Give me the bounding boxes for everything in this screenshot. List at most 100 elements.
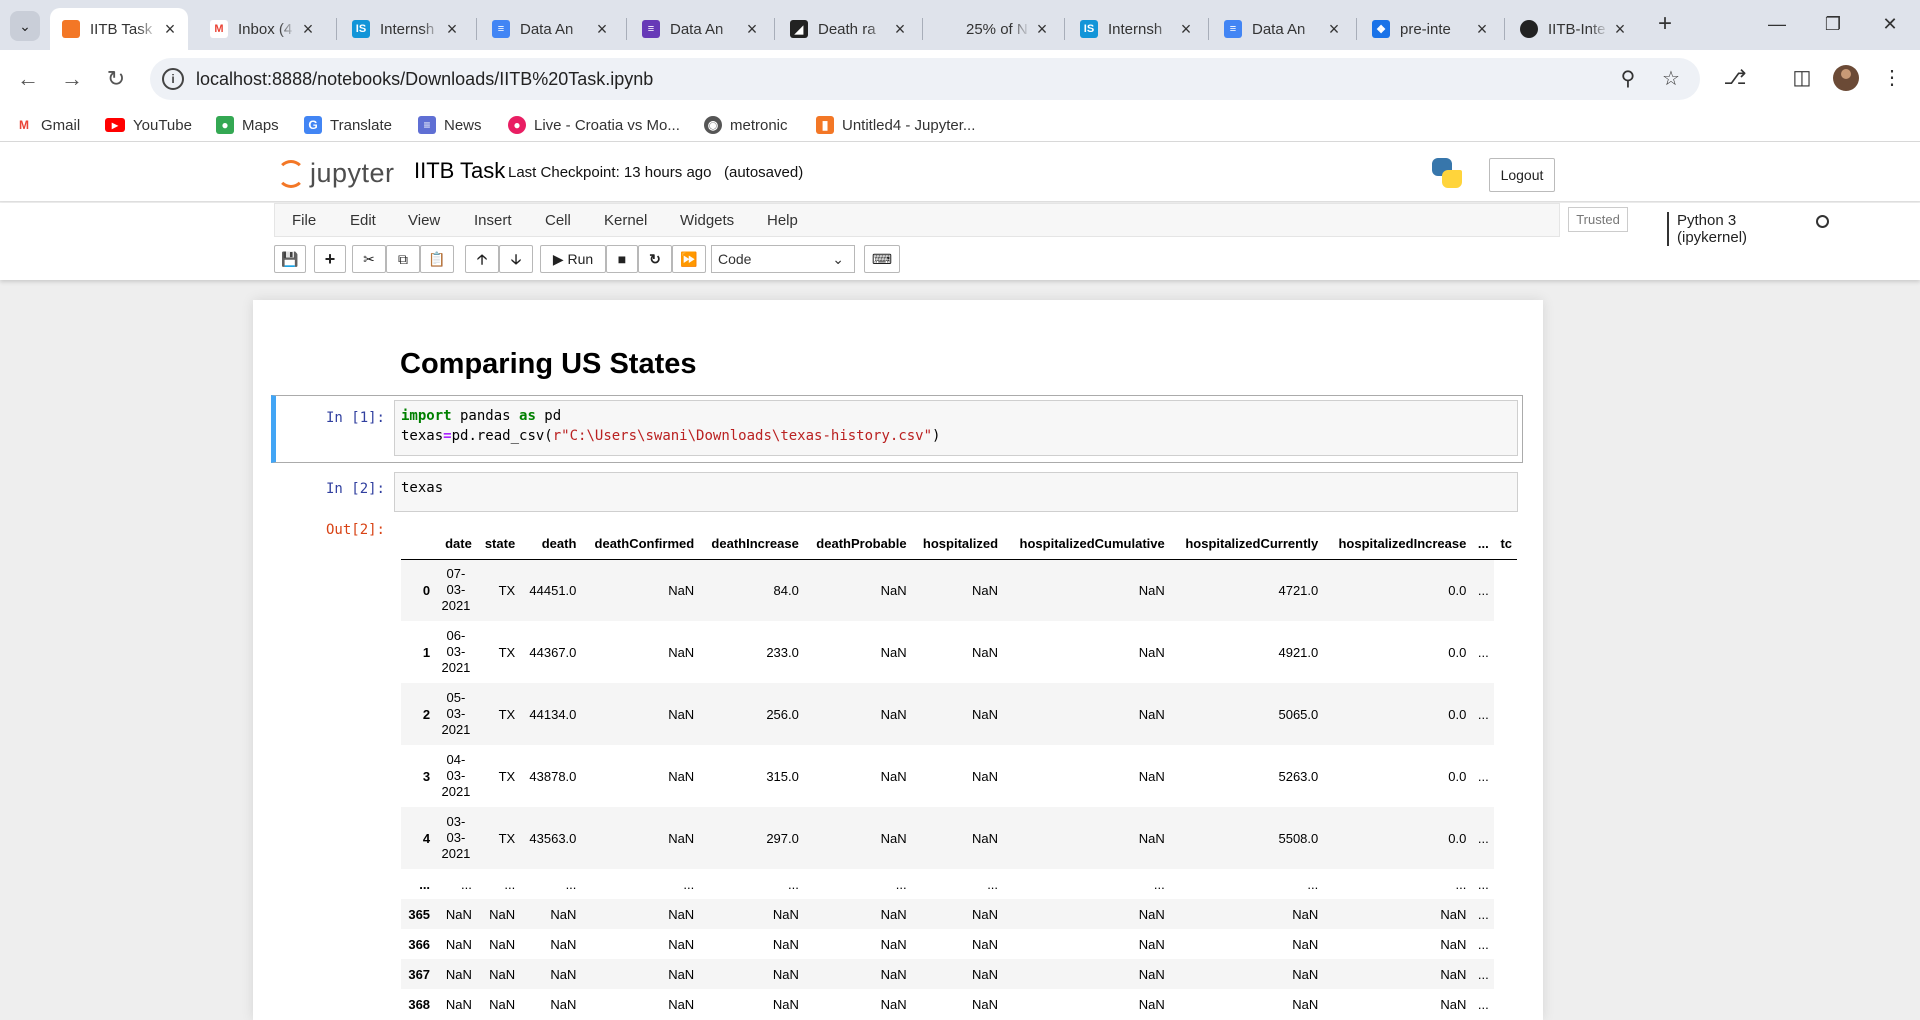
menu-edit[interactable]: Edit [350,212,376,229]
menu-cell[interactable]: Cell [545,212,571,229]
close-tab-icon[interactable]: × [1470,19,1494,40]
close-tab-icon[interactable]: × [740,19,764,40]
close-tab-icon[interactable]: × [296,19,320,40]
bookmark-maps[interactable]: ● Maps [216,114,279,136]
tab-pre-internship[interactable]: ❖ pre-inte × [1360,8,1500,50]
tab-death-rate[interactable]: ◢ Death ra × [778,8,918,50]
run-button[interactable]: ▶ Run [540,245,606,273]
bookmark-news[interactable]: ≡ News [418,114,482,136]
bookmark-star-icon[interactable]: ☆ [1658,66,1684,92]
new-tab-button[interactable]: + [1650,10,1680,40]
table-cell: NaN [1138,936,1165,952]
table-cell: ... [895,876,907,892]
table-cell: NaN [489,996,516,1012]
tab-github[interactable]: IITB-Inte × [1508,8,1638,50]
table-cell: NaN [972,906,999,922]
tab-search-button[interactable]: ⌄ [10,11,40,41]
close-window-button[interactable]: ✕ [1870,8,1910,40]
bookmark-translate[interactable]: G Translate [304,114,392,136]
table-row: 3 04- 03- 2021 TX 43878.0 NaN 315.0 NaN NaN NaN 526… [401,745,1517,807]
table-cell: NaN [1440,906,1467,922]
cut-button[interactable]: ✂ [352,245,386,273]
table-cell: 44134.0 [529,706,577,722]
tab-strip: ⌄ IITB Task × M Inbox (4 × IS Internsh ×… [0,0,1920,50]
save-button[interactable]: 💾 [274,245,306,273]
tab-25-percent[interactable]: 25% of N × [926,8,1060,50]
markdown-heading[interactable]: Comparing US States [400,348,697,381]
table-cell: 4721.0 [1278,582,1319,598]
menu-view[interactable]: View [408,212,440,229]
move-up-button[interactable]: 🡡 [465,245,499,273]
tab-data-analysis-doc[interactable]: ≡ Data An × [480,8,620,50]
restart-run-all-button[interactable]: ⏩ [672,245,706,273]
news-icon: ≡ [418,116,436,134]
more-menu-icon[interactable]: ⋮ [1877,63,1907,93]
url-text[interactable]: localhost:8888/notebooks/Downloads/IITB%… [196,69,653,90]
tab-data-analysis-doc-2[interactable]: ≡ Data An × [1212,8,1352,50]
tab-iitb-task[interactable]: IITB Task × [50,8,188,50]
interrupt-button[interactable]: ■ [606,245,638,273]
logout-button[interactable]: Logout [1489,158,1555,192]
command-palette-button[interactable]: ⌨ [864,245,900,273]
close-tab-icon[interactable]: × [888,19,912,40]
bookmark-gmail[interactable]: M Gmail [15,114,80,136]
google-docs-favicon-icon: ≡ [1224,20,1242,38]
close-tab-icon[interactable]: × [440,19,464,40]
code-editor-cell-1[interactable]: import pandas as pd texas=pd.read_csv(r"… [394,400,1518,456]
bookmark-youtube[interactable]: ▶ YouTube [105,114,192,136]
menu-file[interactable]: File [292,212,316,229]
table-row: 1 06- 03- 2021 TX 44367.0 NaN 233.0 NaN NaN NaN 492… [401,621,1517,683]
table-cell: NaN [972,936,999,952]
date-part: 03- [446,814,466,829]
menu-help[interactable]: Help [767,212,798,229]
trusted-indicator[interactable]: Trusted [1568,207,1628,232]
forward-button[interactable]: → [56,63,88,95]
restore-button[interactable]: ❐ [1813,8,1853,40]
copy-button[interactable]: ⧉ [386,245,420,273]
code-editor-cell-2[interactable]: texas [394,472,1518,512]
tab-internshala-2[interactable]: IS Internsh × [1068,8,1204,50]
table-cell: NaN [550,966,577,982]
profile-avatar[interactable] [1833,65,1859,91]
jupyter-logo[interactable]: jupyter [276,156,395,190]
bookmark-untitled4[interactable]: ▮ Untitled4 - Jupyter... [816,114,975,136]
close-tab-icon[interactable]: × [1174,19,1198,40]
date-part: ... [461,876,472,892]
side-panel-icon[interactable]: ◫ [1787,63,1817,93]
paste-button[interactable]: 📋 [420,245,454,273]
close-tab-icon[interactable]: × [1608,19,1632,40]
close-tab-icon[interactable]: × [1030,19,1054,40]
back-button[interactable]: ← [12,63,44,95]
table-cell: NaN [1440,936,1467,952]
cell-type-select[interactable]: Code ⌄ [711,245,855,273]
fast-forward-icon: ⏩ [680,251,698,267]
menu-insert[interactable]: Insert [474,212,512,229]
restart-button[interactable]: ↻ [638,245,672,273]
bookmark-live[interactable]: ● Live - Croatia vs Mo... [508,114,680,136]
minimize-button[interactable]: — [1757,8,1797,40]
extensions-icon[interactable]: ⎇ [1720,63,1750,93]
menu-kernel[interactable]: Kernel [604,212,647,229]
menu-widgets[interactable]: Widgets [680,212,734,229]
table-cell: NaN [880,996,907,1012]
tab-inbox[interactable]: M Inbox (4 × [198,8,326,50]
table-cell: ... [1477,906,1489,922]
insert-cell-button[interactable]: + [314,245,346,273]
kernel-name[interactable]: Python 3 (ipykernel) [1667,212,1747,246]
tab-internshala[interactable]: IS Internsh × [340,8,470,50]
zoom-icon[interactable]: ⚲ [1615,66,1641,92]
reload-button[interactable]: ↻ [100,63,132,95]
close-tab-icon[interactable]: × [158,19,182,40]
site-info-icon[interactable]: i [162,68,184,90]
tab-data-analysis-form[interactable]: ≡ Data An × [630,8,770,50]
address-bar[interactable]: i localhost:8888/notebooks/Downloads/IIT… [150,58,1700,100]
move-down-button[interactable]: 🡣 [499,245,533,273]
notebook-name[interactable]: IITB Task [414,158,505,184]
close-tab-icon[interactable]: × [590,19,614,40]
notebook-container: Comparing US States In [1]: import panda… [253,300,1543,1020]
table-cell: ... [1477,706,1489,722]
dataframe-output: date state death deathConfirmed deathIncreas… [401,528,1517,1019]
close-tab-icon[interactable]: × [1322,19,1346,40]
bookmark-metronic[interactable]: ◉ metronic [704,114,788,136]
row-index: 365 [408,906,431,922]
